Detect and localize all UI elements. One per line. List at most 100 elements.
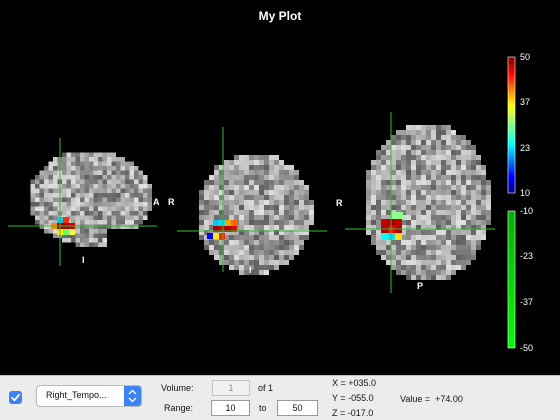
mri-voxel <box>366 195 371 200</box>
mri-voxel <box>431 245 436 250</box>
mri-voxel <box>80 224 85 229</box>
mri-voxel <box>259 225 264 230</box>
mri-voxel <box>39 184 44 189</box>
mri-voxel <box>53 175 58 180</box>
negative-colorbar-tick: -23 <box>520 251 534 261</box>
negative-colorbar-tick: -50 <box>520 343 534 353</box>
brain-views[interactable] <box>0 0 560 375</box>
mri-voxel <box>416 275 421 280</box>
mri-voxel <box>411 270 416 275</box>
mri-voxel <box>461 215 466 220</box>
mri-voxel <box>134 175 139 180</box>
mri-voxel <box>204 195 209 200</box>
mri-voxel <box>244 160 249 165</box>
mri-voxel <box>269 250 274 255</box>
mri-voxel <box>279 210 284 215</box>
mri-voxel <box>279 220 284 225</box>
mri-voxel <box>274 170 279 175</box>
mri-voxel <box>471 255 476 260</box>
roi-dropdown[interactable]: Right_Tempo... <box>36 385 142 407</box>
mri-voxel <box>371 215 376 220</box>
mri-voxel <box>214 185 219 190</box>
mri-voxel <box>269 175 274 180</box>
mri-voxel <box>461 170 466 175</box>
mri-voxel <box>466 185 471 190</box>
mri-voxel <box>371 170 376 175</box>
mri-voxel <box>446 255 451 260</box>
mri-voxel <box>289 190 294 195</box>
mri-voxel <box>264 165 269 170</box>
mri-voxel <box>244 155 249 160</box>
mri-voxel <box>371 180 376 185</box>
mri-voxel <box>401 135 406 140</box>
mri-voxel <box>451 210 456 215</box>
mri-voxel <box>421 230 426 235</box>
mri-voxel <box>456 245 461 250</box>
mri-voxel <box>431 240 436 245</box>
sagittal-view[interactable] <box>8 138 157 266</box>
mri-voxel <box>466 255 471 260</box>
coronal-view[interactable] <box>177 127 327 275</box>
mri-voxel <box>239 215 244 220</box>
mri-voxel <box>44 197 49 202</box>
mri-voxel <box>244 190 249 195</box>
mri-voxel <box>284 190 289 195</box>
mri-voxel <box>466 170 471 175</box>
mri-voxel <box>138 211 143 216</box>
mri-voxel <box>80 215 85 220</box>
mri-voxel <box>289 220 294 225</box>
mri-voxel <box>143 206 148 211</box>
mri-voxel <box>75 220 80 225</box>
mri-voxel <box>294 185 299 190</box>
mri-voxel <box>411 175 416 180</box>
mri-voxel <box>125 193 130 198</box>
range-min-input[interactable]: 10 <box>211 400 250 416</box>
mri-voxel <box>426 175 431 180</box>
mri-voxel <box>259 180 264 185</box>
mri-voxel <box>44 184 49 189</box>
updown-arrows-icon <box>124 386 141 406</box>
mri-voxel <box>446 275 451 280</box>
mri-voxel <box>279 185 284 190</box>
mri-voxel <box>386 205 391 210</box>
mri-voxel <box>426 125 431 130</box>
mri-voxel <box>147 184 152 189</box>
mri-voxel <box>381 200 386 205</box>
axial-view[interactable] <box>345 112 495 293</box>
mri-voxel <box>199 220 204 225</box>
mri-voxel <box>436 230 441 235</box>
mri-voxel <box>476 180 481 185</box>
overlay-checkbox[interactable] <box>9 391 22 404</box>
mri-voxel <box>284 170 289 175</box>
mri-voxel <box>421 165 426 170</box>
mri-voxel <box>269 215 274 220</box>
mri-voxel <box>456 175 461 180</box>
mri-voxel <box>461 250 466 255</box>
range-max-input[interactable]: 50 <box>277 400 318 416</box>
mri-voxel <box>294 210 299 215</box>
mri-voxel <box>259 240 264 245</box>
mri-voxel <box>461 245 466 250</box>
mri-voxel <box>421 250 426 255</box>
mri-voxel <box>66 238 71 243</box>
mri-voxel <box>396 165 401 170</box>
mri-voxel <box>416 180 421 185</box>
mri-voxel <box>120 175 125 180</box>
mri-voxel <box>436 145 441 150</box>
mri-voxel <box>93 206 98 211</box>
mri-voxel <box>446 205 451 210</box>
mri-voxel <box>416 245 421 250</box>
volume-input[interactable]: 1 <box>212 380 250 396</box>
mri-voxel <box>239 180 244 185</box>
mri-voxel <box>446 155 451 160</box>
mri-voxel <box>289 255 294 260</box>
mri-voxel <box>53 184 58 189</box>
mri-voxel <box>80 152 85 157</box>
mri-voxel <box>366 205 371 210</box>
mri-voxel <box>71 197 76 202</box>
mri-voxel <box>476 200 481 205</box>
mri-voxel <box>376 195 381 200</box>
mri-voxel <box>406 190 411 195</box>
mri-voxel <box>461 230 466 235</box>
mri-voxel <box>229 205 234 210</box>
